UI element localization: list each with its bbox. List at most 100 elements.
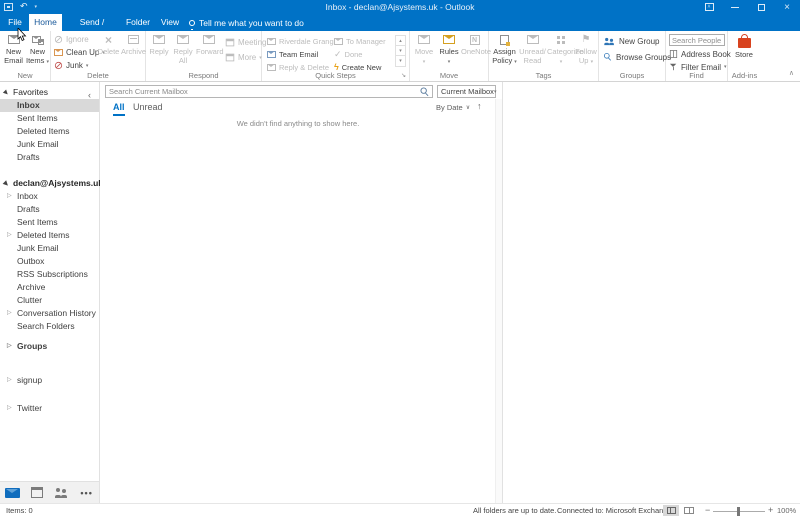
more-apps-button[interactable]: •••	[74, 482, 99, 504]
normal-view-icon	[667, 507, 676, 514]
close-button[interactable]: ×	[774, 0, 800, 14]
tab-folder[interactable]: Folder	[124, 14, 152, 31]
tell-me-box[interactable]: Tell me what you want to do	[189, 14, 304, 31]
search-icon[interactable]	[421, 88, 430, 97]
folder-deleted-items[interactable]: ▷Deleted Items	[0, 229, 99, 242]
tab-unread[interactable]: Unread	[133, 102, 163, 112]
sort-direction-icon[interactable]: ↑	[477, 101, 482, 111]
delete-icon: ×	[105, 34, 112, 46]
folder-archive[interactable]: Archive	[0, 281, 99, 294]
folders-status: All folders are up to date.	[473, 506, 556, 515]
new-items-button[interactable]: New Items ▾	[26, 32, 49, 66]
forward-icon	[203, 35, 215, 44]
reply-button: Reply	[148, 32, 170, 57]
filter-email-icon	[670, 63, 677, 71]
normal-view-button[interactable]	[663, 505, 679, 516]
favorites-item-junk-email[interactable]: Junk Email	[0, 138, 99, 151]
folder-rss-subscriptions[interactable]: RSS Subscriptions	[0, 268, 99, 281]
groups-section-header[interactable]: ▷Groups	[0, 340, 99, 353]
chevron-down-icon: ▾	[560, 59, 563, 65]
zoom-slider-thumb[interactable]	[737, 507, 740, 516]
group-label-delete: Delete	[51, 71, 145, 80]
calendar-nav-button[interactable]	[25, 482, 50, 504]
quick-steps-dialog-launcher-icon[interactable]: ↘	[401, 72, 406, 79]
search-scope-dropdown[interactable]: Current Mailbox▾	[437, 85, 496, 98]
folder-sent-items[interactable]: Sent Items	[0, 216, 99, 229]
chevron-down-icon: ▾	[46, 59, 49, 65]
move-icon	[418, 35, 430, 44]
collapse-ribbon-icon[interactable]: ∧	[789, 69, 794, 77]
group-label-move: Move	[410, 71, 488, 80]
expand-arrow-icon[interactable]: ▷	[7, 307, 12, 320]
favorites-header[interactable]: ▶ Favorites ‹	[0, 86, 99, 99]
ribbon-group-quick-steps: Riverdale Grange Team Email Reply & Dele…	[262, 31, 410, 81]
twitter-section-header[interactable]: ▷Twitter	[0, 402, 99, 415]
minimize-button[interactable]	[722, 0, 748, 14]
group-label-quick-steps: Quick Steps	[262, 71, 409, 80]
new-group-icon	[604, 38, 614, 45]
quickstep-done: ✓ Done	[334, 48, 362, 60]
minimize-icon	[731, 7, 739, 8]
reading-view-icon	[684, 507, 694, 514]
folder-inbox[interactable]: ▷Inbox	[0, 190, 99, 203]
expand-arrow-icon[interactable]: ▷	[7, 190, 12, 203]
categorize-icon	[557, 36, 565, 44]
ribbon-group-delete: Ignore Clean Up▾ Junk▾ × Delete Archive …	[51, 31, 146, 81]
delete-button: × Delete	[96, 32, 121, 57]
junk-button[interactable]: Junk▾	[54, 61, 88, 70]
chevron-down-icon: ▾	[591, 59, 594, 65]
scroll-down-icon[interactable]: ▾	[396, 46, 405, 56]
onenote-icon: N	[470, 35, 480, 45]
quickstep-icon	[267, 38, 276, 45]
folder-drafts[interactable]: Drafts	[0, 203, 99, 216]
folder-conversation-history[interactable]: ▷Conversation History	[0, 307, 99, 320]
favorites-item-inbox[interactable]: Inbox	[0, 99, 99, 112]
account-header[interactable]: ▶ declan@Ajsystems.uk	[0, 177, 99, 190]
zoom-in-icon[interactable]: +	[768, 506, 773, 515]
ribbon-display-options-button[interactable]: ˄	[696, 0, 722, 14]
group-label-new: New	[0, 71, 50, 80]
browse-groups-button[interactable]: Browse Groups	[603, 52, 671, 62]
people-nav-button[interactable]	[50, 482, 75, 504]
quickstep-team-email[interactable]: Team Email	[267, 48, 318, 60]
assign-policy-button[interactable]: Assign Policy ▾	[491, 32, 518, 66]
signup-section-header[interactable]: ▷signup	[0, 374, 99, 387]
expand-arrow-icon[interactable]: ▷	[7, 340, 12, 353]
meeting-button: Meeting	[225, 38, 266, 47]
favorites-item-drafts[interactable]: Drafts	[0, 151, 99, 164]
folder-clutter[interactable]: Clutter	[0, 294, 99, 307]
reply-all-button: Reply All	[171, 32, 195, 65]
mail-nav-button[interactable]	[0, 482, 25, 504]
tab-home[interactable]: Home	[29, 14, 62, 31]
expand-arrow-icon[interactable]: ▷	[7, 229, 12, 242]
folder-outbox[interactable]: Outbox	[0, 255, 99, 268]
store-button[interactable]: Store	[730, 32, 758, 60]
search-people-input[interactable]	[669, 34, 725, 46]
move-button: Move ▾	[412, 32, 436, 66]
expand-arrow-icon[interactable]: ▷	[7, 374, 12, 387]
search-mailbox-input[interactable]	[105, 85, 433, 98]
zoom-out-icon[interactable]: −	[705, 506, 710, 515]
rules-button[interactable]: Rules ▾	[437, 32, 461, 66]
tab-all[interactable]: All	[113, 102, 125, 112]
scroll-up-icon[interactable]: ▴	[396, 36, 405, 46]
onenote-button: N OneNote	[461, 32, 488, 57]
sort-by-dropdown[interactable]: By Date∨	[436, 103, 470, 112]
ribbon-group-groups: New Group Browse Groups Groups	[599, 31, 666, 81]
message-list-pane: Current Mailbox▾ All Unread By Date∨ ↑ W…	[100, 82, 503, 503]
reading-view-button[interactable]	[681, 505, 697, 516]
tab-send-receive[interactable]: Send / Receive	[66, 14, 118, 31]
quick-steps-more-icon[interactable]: ▾	[396, 56, 405, 66]
favorites-item-deleted-items[interactable]: Deleted Items	[0, 125, 99, 138]
folder-junk-email[interactable]: Junk Email	[0, 242, 99, 255]
address-book-button[interactable]: Address Book	[669, 49, 731, 59]
folder-search-folders[interactable]: Search Folders	[0, 320, 99, 333]
list-scrollbar[interactable]	[495, 99, 502, 503]
zoom-level[interactable]: 100%	[777, 506, 796, 515]
new-group-button[interactable]: New Group	[603, 37, 659, 46]
expand-arrow-icon[interactable]: ▷	[7, 402, 12, 415]
tab-view[interactable]: View	[158, 14, 182, 31]
group-label-groups: Groups	[599, 71, 665, 80]
maximize-button[interactable]	[748, 0, 774, 14]
favorites-item-sent-items[interactable]: Sent Items	[0, 112, 99, 125]
